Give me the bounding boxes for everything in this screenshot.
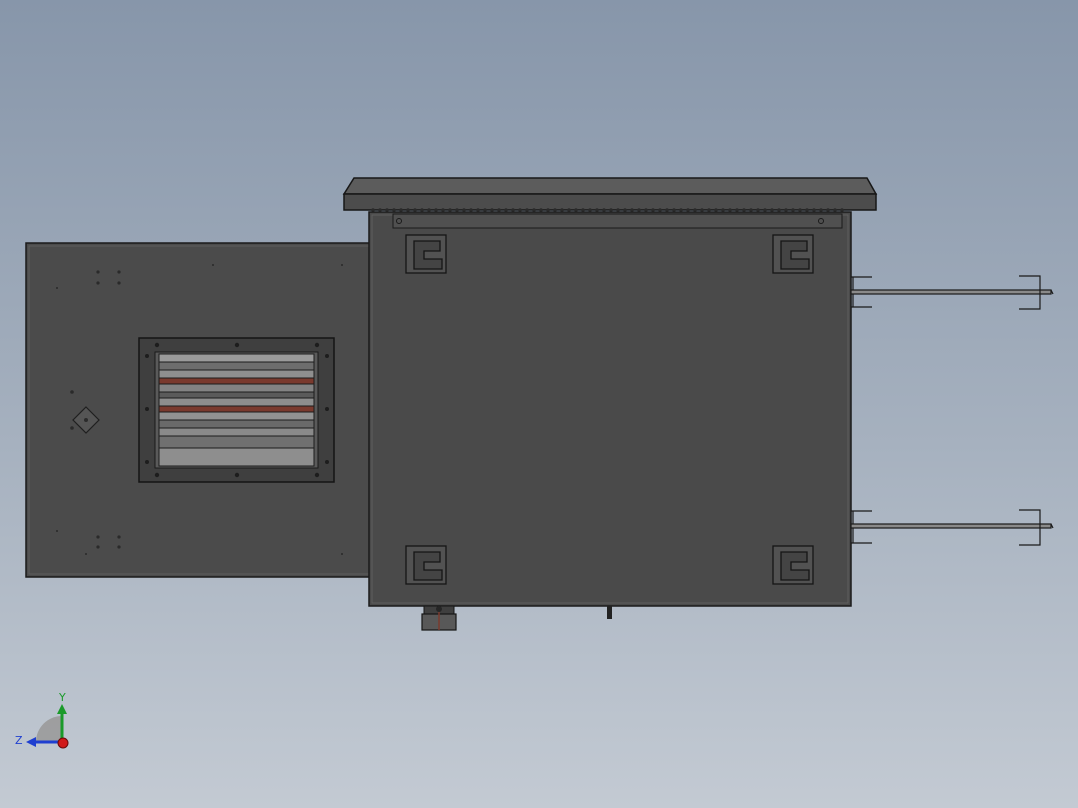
vent-hole xyxy=(588,208,592,212)
vent-hole xyxy=(504,208,508,212)
vent-hole xyxy=(371,208,375,212)
vent-hole xyxy=(749,208,753,212)
vent-hole xyxy=(392,208,396,212)
vent-hole xyxy=(497,208,501,212)
vent-hole xyxy=(756,208,760,212)
vent-hole xyxy=(490,208,494,212)
vent-hole xyxy=(833,208,837,212)
vent-hole xyxy=(462,208,466,212)
cable-gland xyxy=(421,605,457,631)
y-axis-arrowhead-icon xyxy=(57,704,67,714)
vent-hole xyxy=(413,208,417,212)
vent-hole xyxy=(826,208,830,212)
vent-hole xyxy=(469,208,473,212)
vent-hole xyxy=(385,208,389,212)
vent-hole xyxy=(742,208,746,212)
model-view[interactable]: Y Z xyxy=(0,0,1078,808)
drain-stub xyxy=(607,606,612,619)
vent-hole xyxy=(574,208,578,212)
vent-hole xyxy=(455,208,459,212)
vent-hole xyxy=(525,208,529,212)
vent-hole xyxy=(427,208,431,212)
left-side-panel[interactable] xyxy=(25,242,373,578)
vent-hole xyxy=(644,208,648,212)
vent-hole xyxy=(623,208,627,212)
vent-hole xyxy=(448,208,452,212)
vent-hole xyxy=(805,208,809,212)
triad-quadrant xyxy=(36,716,62,742)
vent-hole xyxy=(763,208,767,212)
vent-hole xyxy=(812,208,816,212)
vent-hole xyxy=(651,208,655,212)
vent-hole xyxy=(399,208,403,212)
y-axis-label: Y xyxy=(58,691,66,704)
vent-hole xyxy=(476,208,480,212)
side-rod-lower xyxy=(850,509,1054,546)
side-rod-upper xyxy=(850,275,1054,310)
vent-hole xyxy=(791,208,795,212)
vent-hole xyxy=(567,208,571,212)
vent-hole xyxy=(686,208,690,212)
z-axis-label: Z xyxy=(15,734,23,747)
vent-hole xyxy=(707,208,711,212)
vent-hole xyxy=(735,208,739,212)
vent-hole xyxy=(840,208,844,212)
vent-hole xyxy=(777,208,781,212)
top-hood xyxy=(342,177,878,229)
vent-hole xyxy=(658,208,662,212)
x-axis-dot-icon xyxy=(57,737,69,749)
vent-hole xyxy=(406,208,410,212)
cad-graphics-viewport[interactable]: Y Z xyxy=(0,0,1078,808)
vent-hole xyxy=(728,208,732,212)
vent-hole xyxy=(819,208,823,212)
vent-hole xyxy=(679,208,683,212)
vent-hole xyxy=(581,208,585,212)
vent-hole xyxy=(693,208,697,212)
vent-hole xyxy=(665,208,669,212)
vent-hole xyxy=(721,208,725,212)
vent-hole xyxy=(609,208,613,212)
z-axis-arrowhead-icon xyxy=(26,737,36,747)
vent-hole xyxy=(784,208,788,212)
vent-hole xyxy=(511,208,515,212)
vent-hole xyxy=(560,208,564,212)
main-enclosure[interactable] xyxy=(342,177,878,631)
orientation-triad[interactable]: Y Z xyxy=(15,691,69,749)
vent-hole xyxy=(672,208,676,212)
vent-hole xyxy=(539,208,543,212)
vent-hole xyxy=(630,208,634,212)
vent-hole xyxy=(637,208,641,212)
vent-hole xyxy=(770,208,774,212)
vent-hole xyxy=(441,208,445,212)
louver-vent xyxy=(138,337,335,483)
vent-hole xyxy=(595,208,599,212)
vent-hole xyxy=(518,208,522,212)
vent-hole xyxy=(420,208,424,212)
vent-hole xyxy=(378,208,382,212)
vent-hole xyxy=(483,208,487,212)
vent-hole xyxy=(553,208,557,212)
vent-hole xyxy=(546,208,550,212)
vent-hole xyxy=(798,208,802,212)
vent-hole xyxy=(616,208,620,212)
vent-hole xyxy=(700,208,704,212)
vent-hole xyxy=(714,208,718,212)
vent-hole xyxy=(532,208,536,212)
vent-hole xyxy=(434,208,438,212)
vent-hole xyxy=(602,208,606,212)
